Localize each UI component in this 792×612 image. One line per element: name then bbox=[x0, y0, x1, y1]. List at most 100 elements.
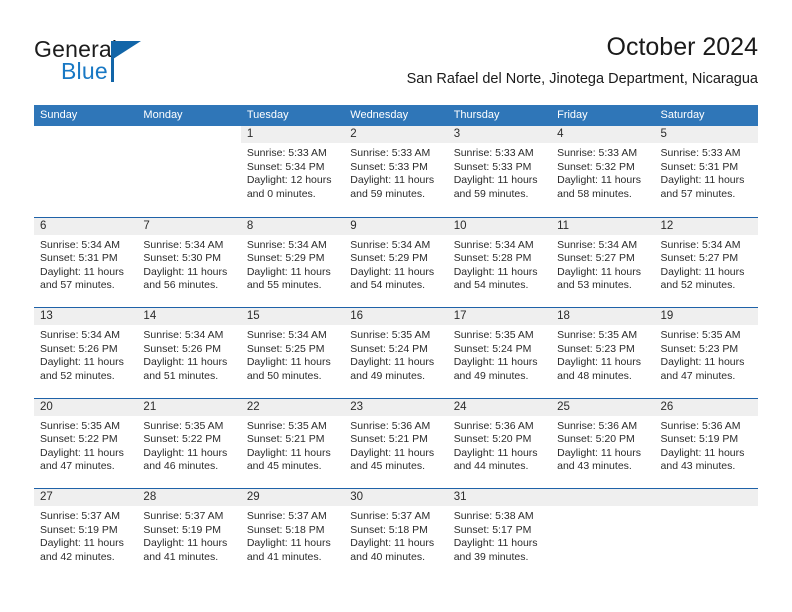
daylight-text: and 0 minutes. bbox=[246, 187, 316, 200]
day-number: 13 bbox=[34, 308, 138, 325]
day-sun-info: Sunrise: 5:35 AM Sunset: 5:23 PM Daylight:… bbox=[551, 325, 654, 383]
day-cell-12[interactable]: 12 Sunrise: 5:34 AM Sunset: 5:27 PM Dayligh… bbox=[654, 217, 758, 307]
sunset-text: Sunset: 5:30 PM bbox=[143, 252, 222, 265]
day-cell-empty bbox=[551, 489, 655, 579]
day-sun-info: Sunrise: 5:36 AM Sunset: 5:20 PM Daylight:… bbox=[551, 416, 654, 474]
day-cell-1[interactable]: 1 Sunrise: 5:33 AM Sunset: 5:34 PM Daylight… bbox=[240, 126, 345, 217]
daylight-text: Daylight: 11 hours bbox=[453, 174, 538, 187]
day-cell-21[interactable]: 21 Sunrise: 5:35 AM Sunset: 5:22 PM Dayligh… bbox=[137, 398, 241, 488]
day-sun-info: Sunrise: 5:37 AM Sunset: 5:19 PM Daylight:… bbox=[137, 506, 240, 564]
day-cell-5[interactable]: 5 Sunrise: 5:33 AM Sunset: 5:31 PM Daylight… bbox=[654, 126, 758, 217]
sunset-text: Sunset: 5:28 PM bbox=[453, 252, 532, 265]
day-cell-28[interactable]: 28 Sunrise: 5:37 AM Sunset: 5:19 PM Dayligh… bbox=[137, 489, 241, 579]
daylight-text: and 53 minutes. bbox=[557, 279, 632, 292]
page-title: October 2024 bbox=[606, 33, 759, 61]
daylight-text: and 48 minutes. bbox=[557, 369, 632, 382]
day-sun-info: Sunrise: 5:33 AM Sunset: 5:32 PM Daylight:… bbox=[551, 143, 654, 201]
day-cell-24[interactable]: 24 Sunrise: 5:36 AM Sunset: 5:20 PM Dayligh… bbox=[447, 398, 552, 488]
day-sun-info: Sunrise: 5:35 AM Sunset: 5:23 PM Daylight:… bbox=[655, 325, 758, 383]
day-number: 14 bbox=[137, 308, 241, 325]
daylight-text: and 54 minutes. bbox=[350, 279, 425, 292]
day-number: 1 bbox=[240, 126, 345, 143]
day-number: 25 bbox=[551, 398, 655, 416]
day-cell-4[interactable]: 4 Sunrise: 5:33 AM Sunset: 5:32 PM Daylight… bbox=[551, 126, 655, 217]
day-number: 9 bbox=[344, 217, 448, 235]
day-sun-info: Sunrise: 5:36 AM Sunset: 5:20 PM Daylight:… bbox=[448, 416, 551, 474]
day-number: 5 bbox=[654, 126, 758, 143]
day-cell-14[interactable]: 14 Sunrise: 5:34 AM Sunset: 5:26 PM Dayligh… bbox=[137, 308, 241, 398]
daylight-text: and 54 minutes. bbox=[453, 279, 529, 292]
day-cell-18[interactable]: 18 Sunrise: 5:35 AM Sunset: 5:23 PM Dayligh… bbox=[551, 308, 655, 398]
day-cell-22[interactable]: 22 Sunrise: 5:35 AM Sunset: 5:21 PM Dayligh… bbox=[240, 398, 345, 488]
day-cell-13[interactable]: 13 Sunrise: 5:34 AM Sunset: 5:26 PM Dayligh… bbox=[34, 308, 138, 398]
sunrise-text: Sunrise: 5:35 AM bbox=[246, 419, 327, 432]
day-number: 15 bbox=[240, 308, 345, 325]
sunrise-text: Sunrise: 5:33 AM bbox=[350, 147, 431, 159]
sunset-text: Sunset: 5:19 PM bbox=[660, 433, 739, 446]
daylight-text: and 45 minutes. bbox=[246, 460, 322, 473]
sunset-text: Sunset: 5:19 PM bbox=[143, 523, 222, 536]
day-cell-20[interactable]: 20 Sunrise: 5:35 AM Sunset: 5:22 PM Dayligh… bbox=[34, 398, 138, 488]
sunrise-text: Sunrise: 5:35 AM bbox=[40, 419, 120, 432]
sunrise-text: Sunrise: 5:35 AM bbox=[557, 329, 638, 341]
daylight-text: Daylight: 11 hours bbox=[143, 265, 228, 278]
sunrise-text: Sunrise: 5:34 AM bbox=[350, 238, 431, 251]
day-cell-11[interactable]: 11 Sunrise: 5:34 AM Sunset: 5:27 PM Dayligh… bbox=[551, 217, 655, 307]
daylight-text: and 51 minutes. bbox=[143, 369, 219, 382]
day-cell-16[interactable]: 16 Sunrise: 5:35 AM Sunset: 5:24 PM Dayligh… bbox=[344, 308, 448, 398]
sunset-text: Sunset: 5:29 PM bbox=[350, 252, 428, 265]
day-cell-26[interactable]: 26 Sunrise: 5:36 AM Sunset: 5:19 PM Dayligh… bbox=[654, 398, 758, 488]
daylight-text: and 39 minutes. bbox=[453, 550, 529, 563]
daylight-text: Daylight: 11 hours bbox=[660, 446, 745, 459]
day-cell-15[interactable]: 15 Sunrise: 5:34 AM Sunset: 5:25 PM Dayligh… bbox=[240, 308, 345, 398]
weekday-header-sunday: Sunday bbox=[40, 109, 78, 121]
day-cell-9[interactable]: 9 Sunrise: 5:34 AM Sunset: 5:29 PM Daylight… bbox=[344, 217, 448, 307]
day-cell-23[interactable]: 23 Sunrise: 5:36 AM Sunset: 5:21 PM Dayligh… bbox=[344, 398, 448, 488]
day-cell-30[interactable]: 30 Sunrise: 5:37 AM Sunset: 5:18 PM Dayligh… bbox=[344, 489, 448, 579]
day-cell-19[interactable]: 19 Sunrise: 5:35 AM Sunset: 5:23 PM Dayligh… bbox=[654, 308, 758, 398]
day-cell-29[interactable]: 29 Sunrise: 5:37 AM Sunset: 5:18 PM Dayligh… bbox=[240, 489, 345, 579]
daylight-text: and 50 minutes. bbox=[246, 369, 322, 382]
day-number: 29 bbox=[240, 489, 345, 506]
sunrise-text: Sunrise: 5:35 AM bbox=[453, 329, 534, 341]
day-number: 22 bbox=[240, 398, 345, 416]
daylight-text: Daylight: 11 hours bbox=[246, 356, 331, 369]
daylight-text: and 43 minutes. bbox=[660, 460, 736, 473]
day-number: 6 bbox=[34, 217, 138, 235]
weekday-header-friday: Friday bbox=[557, 109, 588, 121]
day-cell-7[interactable]: 7 Sunrise: 5:34 AM Sunset: 5:30 PM Daylight… bbox=[137, 217, 241, 307]
day-cell-31[interactable]: 31 Sunrise: 5:38 AM Sunset: 5:17 PM Dayligh… bbox=[447, 489, 552, 579]
day-cell-empty bbox=[654, 489, 758, 579]
weekday-header-saturday: Saturday bbox=[660, 109, 705, 121]
sunset-text: Sunset: 5:20 PM bbox=[557, 433, 635, 446]
daylight-text: and 47 minutes. bbox=[40, 460, 115, 473]
daylight-text: and 57 minutes. bbox=[40, 279, 115, 292]
sunset-text: Sunset: 5:18 PM bbox=[350, 523, 428, 536]
day-cell-17[interactable]: 17 Sunrise: 5:35 AM Sunset: 5:24 PM Dayligh… bbox=[447, 308, 552, 398]
sunrise-text: Sunrise: 5:35 AM bbox=[143, 419, 224, 432]
day-number: 7 bbox=[137, 217, 241, 235]
day-cell-10[interactable]: 10 Sunrise: 5:34 AM Sunset: 5:28 PM Dayligh… bbox=[447, 217, 552, 307]
day-cell-27[interactable]: 27 Sunrise: 5:37 AM Sunset: 5:19 PM Dayligh… bbox=[34, 489, 138, 579]
daylight-text: Daylight: 11 hours bbox=[660, 174, 745, 187]
general-blue-logo[interactable]: General Blue bbox=[34, 36, 204, 88]
day-number: 24 bbox=[447, 398, 552, 416]
daylight-text: and 47 minutes. bbox=[660, 369, 736, 382]
day-number: 12 bbox=[654, 217, 758, 235]
daylight-text: and 41 minutes. bbox=[143, 550, 219, 563]
day-sun-info: Sunrise: 5:34 AM Sunset: 5:29 PM Daylight:… bbox=[241, 235, 344, 293]
day-sun-info: Sunrise: 5:37 AM Sunset: 5:18 PM Daylight:… bbox=[344, 506, 447, 564]
daylight-text: Daylight: 11 hours bbox=[660, 265, 745, 278]
daylight-text: Daylight: 11 hours bbox=[453, 446, 538, 459]
calendar-week-row: 20 Sunrise: 5:35 AM Sunset: 5:22 PM Dayligh… bbox=[34, 397, 758, 488]
daylight-text: Daylight: 11 hours bbox=[453, 356, 538, 369]
sunset-text: Sunset: 5:24 PM bbox=[350, 342, 428, 355]
daylight-text: and 57 minutes. bbox=[660, 187, 736, 200]
calendar-page: General Blue October 2024 San Rafael del… bbox=[0, 0, 792, 612]
day-cell-6[interactable]: 6 Sunrise: 5:34 AM Sunset: 5:31 PM Daylight… bbox=[34, 217, 138, 307]
day-cell-8[interactable]: 8 Sunrise: 5:34 AM Sunset: 5:29 PM Daylight… bbox=[240, 217, 345, 307]
day-cell-2[interactable]: 2 Sunrise: 5:33 AM Sunset: 5:33 PM Daylight… bbox=[344, 126, 448, 217]
day-cell-3[interactable]: 3 Sunrise: 5:33 AM Sunset: 5:33 PM Daylight… bbox=[447, 126, 552, 217]
daylight-text: Daylight: 11 hours bbox=[246, 446, 331, 459]
day-cell-25[interactable]: 25 Sunrise: 5:36 AM Sunset: 5:20 PM Dayligh… bbox=[551, 398, 655, 488]
